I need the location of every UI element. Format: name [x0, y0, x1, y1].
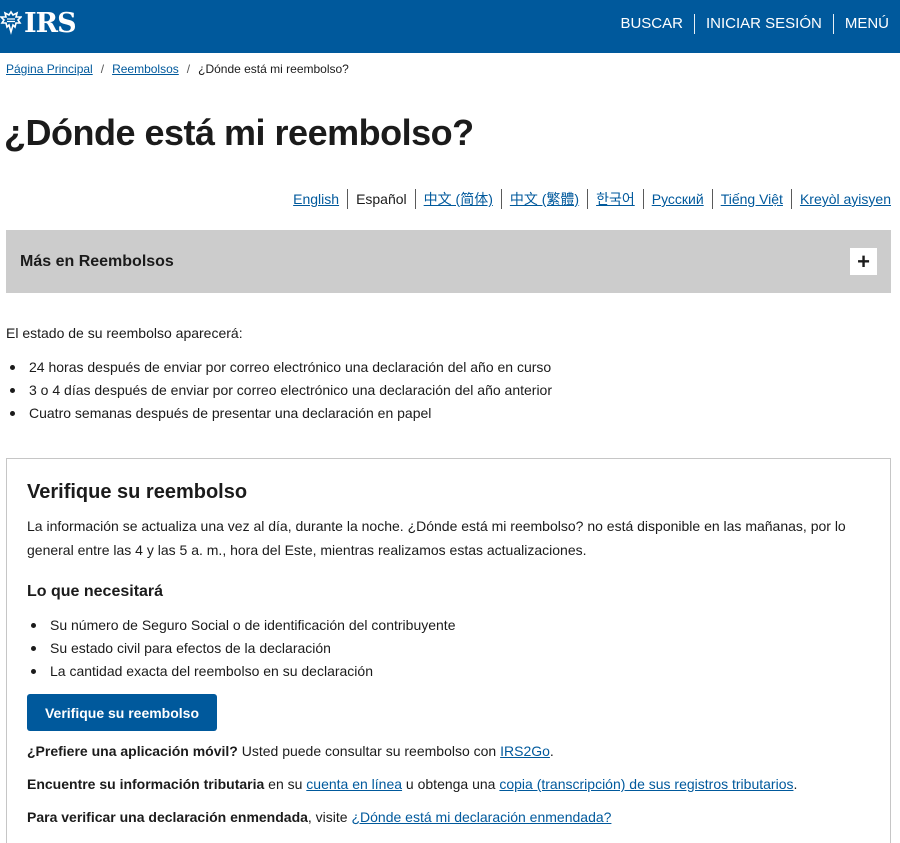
eagle-icon — [0, 10, 22, 35]
tax-info-text: en su — [264, 776, 307, 792]
logo-text: IRS — [24, 7, 77, 39]
intro-text: El estado de su reembolso aparecerá: — [6, 325, 243, 341]
irs2go-link[interactable]: IRS2Go — [500, 743, 550, 759]
tax-info-text: u obtenga una — [402, 776, 500, 792]
header-nav: BUSCAR INICIAR SESIÓN MENÚ — [609, 13, 900, 35]
lang-vietnamese-link[interactable]: Tiếng Việt — [713, 191, 791, 207]
nav-divider — [693, 14, 695, 34]
page-title: ¿Dónde está mi reembolso? — [4, 112, 474, 153]
more-refunds-accordion[interactable]: Más en Reembolsos + — [6, 230, 891, 293]
lang-creole-link[interactable]: Kreyòl ayisyen — [792, 191, 891, 207]
breadcrumb-separator: / — [100, 62, 105, 76]
list-item: 24 horas después de enviar por correo el… — [6, 357, 552, 380]
mobile-app-line: ¿Prefiere una aplicación móvil? Usted pu… — [27, 743, 554, 759]
breadcrumb-home-link[interactable]: Página Principal — [6, 62, 93, 76]
refund-timing-list: 24 horas después de enviar por correo el… — [6, 357, 552, 426]
menu-link[interactable]: MENÚ — [834, 13, 900, 35]
site-header: IRS BUSCAR INICIAR SESIÓN MENÚ — [0, 0, 900, 53]
amended-text: , visite — [307, 809, 352, 825]
amended-bold: Para verificar una declaración enmendada — [27, 809, 308, 825]
search-link[interactable]: BUSCAR — [609, 13, 694, 35]
online-account-link[interactable]: cuenta en línea — [306, 776, 402, 792]
needs-list: Su número de Seguro Social o de identifi… — [27, 615, 455, 684]
lang-russian-link[interactable]: Русский — [644, 191, 712, 207]
lang-zh-hant-link[interactable]: 中文 (繁體) — [502, 189, 587, 209]
tax-info-bold: Encuentre su información tributaria — [27, 776, 265, 792]
check-refund-button[interactable]: Verifique su reembolso — [27, 694, 217, 731]
breadcrumb-separator: / — [186, 62, 191, 76]
card-title: Verifique su reembolso — [27, 481, 248, 503]
plus-icon[interactable]: + — [850, 248, 877, 275]
breadcrumb-refunds-link[interactable]: Reembolsos — [112, 62, 179, 76]
list-item: 3 o 4 días después de enviar por correo … — [6, 380, 552, 403]
tax-info-end: . — [793, 776, 798, 792]
lang-korean-link[interactable]: 한국어 — [588, 189, 643, 209]
language-selector: English Español 中文 (简体) 中文 (繁體) 한국어 Русс… — [285, 189, 891, 209]
check-refund-card: Verifique su reembolso La información se… — [6, 458, 891, 843]
lang-espanol-current: Español — [356, 191, 407, 207]
card-description: La información se actualiza una vez al d… — [27, 518, 846, 558]
list-item: Cuatro semanas después de presentar una … — [6, 403, 552, 426]
mobile-app-end: . — [549, 743, 554, 759]
irs-logo[interactable]: IRS — [0, 6, 77, 40]
sign-in-link[interactable]: INICIAR SESIÓN — [695, 13, 833, 35]
amended-line: Para verificar una declaración enmendada… — [27, 809, 611, 825]
tax-info-line: Encuentre su información tributaria en s… — [27, 776, 797, 792]
lang-english-link[interactable]: English — [285, 191, 347, 207]
nav-divider — [832, 14, 834, 34]
list-item: La cantidad exacta del reembolso en su d… — [27, 661, 455, 684]
list-item: Su estado civil para efectos de la decla… — [27, 638, 455, 661]
amended-return-link[interactable]: ¿Dónde está mi declaración enmendada? — [351, 809, 611, 825]
breadcrumb-current: ¿Dónde está mi reembolso? — [198, 62, 349, 76]
mobile-app-text: Usted puede consultar su reembolso con — [237, 743, 501, 759]
list-item: Su número de Seguro Social o de identifi… — [27, 615, 455, 638]
mobile-app-bold: ¿Prefiere una aplicación móvil? — [27, 743, 238, 759]
transcript-link[interactable]: copia (transcripción) de sus registros t… — [499, 776, 793, 792]
lang-zh-hans-link[interactable]: 中文 (简体) — [416, 189, 501, 209]
breadcrumb: Página Principal / Reembolsos / ¿Dónde e… — [6, 62, 349, 76]
accordion-title: Más en Reembolsos — [20, 252, 174, 270]
needs-title: Lo que necesitará — [27, 583, 164, 600]
